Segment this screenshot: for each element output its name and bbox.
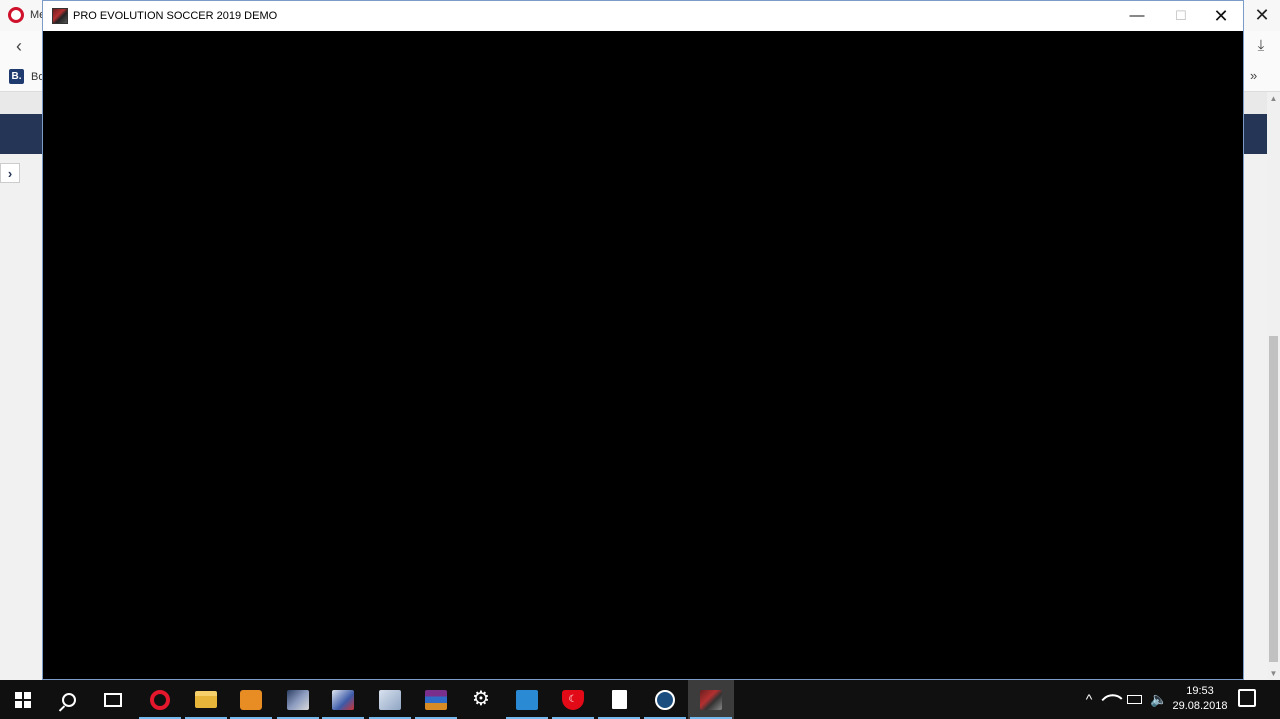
steam-icon: [655, 689, 675, 710]
scroll-up-icon[interactable]: ▲: [1267, 92, 1280, 105]
documents-icon: [379, 689, 401, 710]
taskbar-item-file-explorer[interactable]: [183, 680, 229, 719]
volume-icon[interactable]: 🔈: [1150, 690, 1167, 708]
bookmark-favicon-icon: B.: [9, 69, 24, 84]
windows-icon: [15, 691, 31, 708]
taskbar-item-pes-2019-demo[interactable]: [688, 680, 734, 719]
taskbar-item-media-player[interactable]: [228, 680, 274, 719]
search-button[interactable]: [46, 680, 92, 719]
maximize-button: ☐: [1175, 8, 1187, 23]
page-scrollbar[interactable]: ▲ ▼: [1267, 92, 1280, 680]
download-icon[interactable]: ⤓: [1248, 33, 1274, 59]
opera-icon: [150, 689, 170, 710]
taskbar-item-settings[interactable]: ⚙: [458, 680, 504, 719]
taskbar-item-tool-app[interactable]: [320, 680, 366, 719]
pes-app-icon: [52, 8, 68, 24]
game-window: PRO EVOLUTION SOCCER 2019 DEMO — ☐ ✕: [42, 0, 1244, 680]
taskbar-item-opera[interactable]: [137, 680, 183, 719]
file-icon: [611, 690, 627, 709]
taskbar-item-winrar[interactable]: [413, 680, 459, 719]
bookmarks-more-button[interactable]: »: [1250, 68, 1257, 83]
taskbar-item-monitor-app[interactable]: [504, 680, 550, 719]
desktop: Me ✕ ‹ ⤓ B. Bo » › ▲ ▼ PRO EVOLUTION SOC…: [0, 0, 1280, 719]
task-view-button[interactable]: [90, 680, 136, 719]
gear-icon: ⚙: [472, 687, 490, 710]
side-panel-toggle[interactable]: ›: [0, 163, 20, 183]
pes-game-icon: [700, 689, 722, 710]
back-arrow-icon[interactable]: ‹: [6, 33, 32, 59]
taskbar-item-documents[interactable]: [367, 680, 413, 719]
taskbar-item-pes-launcher[interactable]: [275, 680, 321, 719]
game-titlebar[interactable]: PRO EVOLUTION SOCCER 2019 DEMO — ☐ ✕: [43, 1, 1243, 31]
show-hidden-icons-button[interactable]: ^: [1080, 680, 1098, 719]
search-icon: [62, 692, 76, 707]
folder-icon: [195, 691, 217, 708]
minimize-button[interactable]: —: [1115, 1, 1159, 31]
taskbar-item-shield-app[interactable]: ☾: [550, 680, 596, 719]
opera-logo-icon: [8, 7, 24, 23]
media-player-icon: [240, 689, 262, 710]
winrar-icon: [425, 689, 447, 710]
tool-icon: [332, 689, 354, 710]
browser-close-button[interactable]: ✕: [1248, 3, 1276, 27]
battery-icon[interactable]: [1127, 695, 1142, 704]
pes-icon: [287, 689, 309, 710]
taskbar-item-steam[interactable]: [642, 680, 688, 719]
scroll-down-icon[interactable]: ▼: [1267, 667, 1280, 680]
window-title: PRO EVOLUTION SOCCER 2019 DEMO: [73, 10, 278, 22]
clock[interactable]: 19:53 29.08.2018: [1170, 684, 1230, 718]
scroll-thumb[interactable]: [1269, 336, 1278, 662]
game-viewport[interactable]: [43, 31, 1243, 679]
shield-icon: ☾: [562, 689, 584, 710]
start-button[interactable]: [0, 680, 46, 719]
taskbar-item-blank-file[interactable]: [596, 680, 642, 719]
clock-time: 19:53: [1186, 685, 1214, 697]
action-center-icon[interactable]: [1238, 689, 1256, 707]
close-button[interactable]: ✕: [1199, 1, 1243, 31]
task-view-icon: [104, 692, 122, 707]
clock-date: 29.08.2018: [1172, 700, 1228, 712]
monitor-icon: [516, 689, 538, 710]
